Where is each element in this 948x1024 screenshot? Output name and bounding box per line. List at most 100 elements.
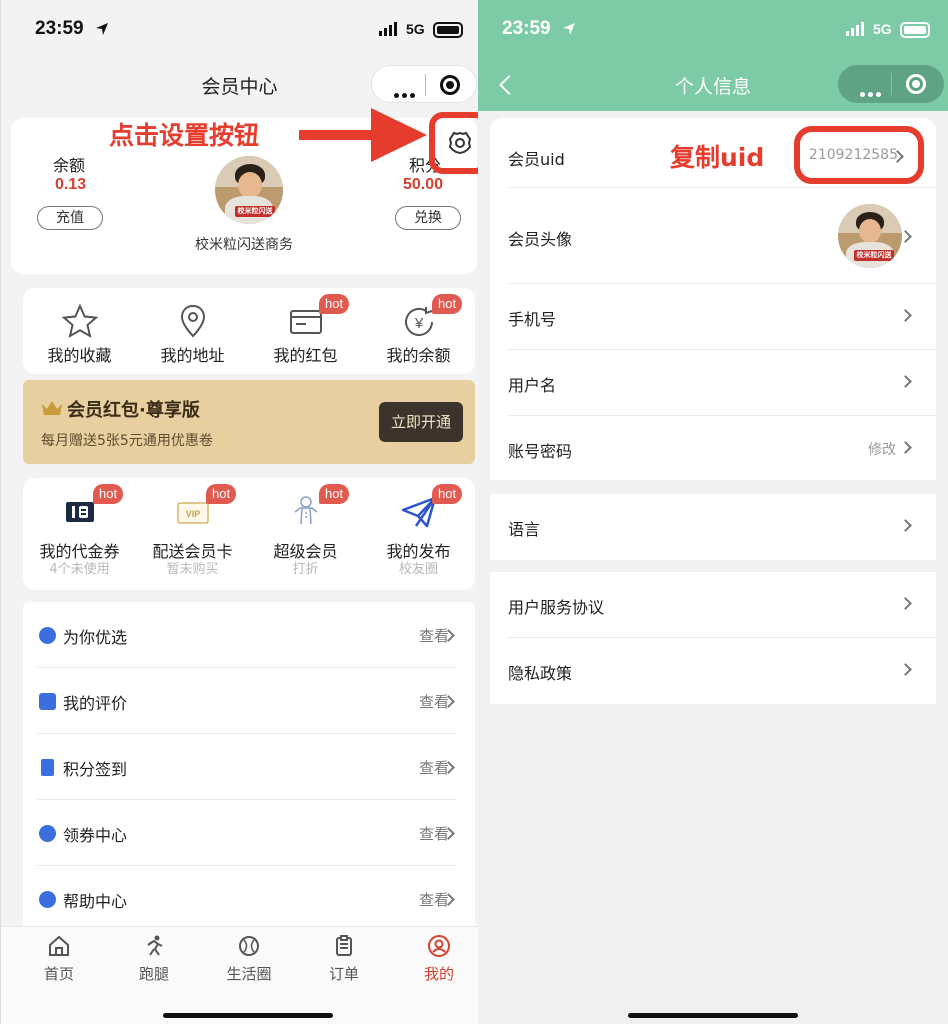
annotation-click-settings: 点击设置按钮 xyxy=(109,121,260,150)
open-vip-button[interactable]: 立即开通 xyxy=(379,402,463,442)
menu-label: 领券中心 xyxy=(63,826,128,845)
row-avatar[interactable]: 会员头像 校米粒闪送 xyxy=(490,188,936,284)
row-language[interactable]: 语言 xyxy=(490,494,936,560)
row-password[interactable]: 账号密码 修改 xyxy=(490,416,936,482)
menu-row-help[interactable]: 帮助中心 查看 xyxy=(23,866,475,932)
services-card: hot 我的代金券 4个未使用 VIP hot 配送会员卡 暂未购买 hot 超… xyxy=(23,478,475,590)
svg-text:VIP: VIP xyxy=(185,509,200,519)
member-center-screen: 23:59 5G 会员中心 余额 0.13 充值 校米粒闪送 校米粒闪送商务 积… xyxy=(0,0,478,1024)
chevron-right-icon xyxy=(899,519,912,532)
location-arrow-icon xyxy=(96,23,108,35)
menu-label: 为你优选 xyxy=(63,628,128,647)
hot-badge: hot xyxy=(206,484,237,504)
status-time: 23:59 xyxy=(502,18,551,39)
service-sub: 4个未使用 xyxy=(49,562,110,577)
status-bar: 23:59 5G xyxy=(1,0,478,60)
life-circle-icon xyxy=(239,936,259,956)
menu-label: 帮助中心 xyxy=(63,892,128,911)
privacy-label: 隐私政策 xyxy=(508,664,573,683)
terms-label: 用户服务协议 xyxy=(508,598,605,617)
row-privacy[interactable]: 隐私政策 xyxy=(490,638,936,704)
help-icon xyxy=(39,891,56,908)
service-super-member[interactable]: hot 超级会员 打折 xyxy=(249,478,362,590)
quick-action-label: 我的余额 xyxy=(386,346,451,365)
network-type: 5G xyxy=(406,21,425,37)
hot-badge: hot xyxy=(319,484,350,504)
menu-label: 积分签到 xyxy=(63,760,128,779)
order-icon xyxy=(336,935,352,956)
balance-label: 余额 xyxy=(53,156,86,175)
screenshot: 23:59 5G 会员中心 余额 0.13 充值 校米粒闪送 校米粒闪送商务 积… xyxy=(0,0,948,1024)
settings-button[interactable] xyxy=(443,126,477,160)
mini-program-capsule[interactable] xyxy=(371,65,477,103)
comment-icon xyxy=(39,693,56,710)
gear-icon xyxy=(448,131,472,155)
banner-subtitle: 每月赠送5张5元通用优惠卷 xyxy=(41,433,213,449)
more-icon[interactable] xyxy=(394,83,418,102)
recharge-button[interactable]: 充值 xyxy=(37,206,103,230)
quick-action-balance[interactable]: ¥ hot 我的余额 xyxy=(362,288,475,374)
chevron-right-icon xyxy=(899,441,912,454)
menu-row-checkin[interactable]: 积分签到 查看 xyxy=(23,734,475,800)
annotation-arrow-icon xyxy=(299,108,427,162)
uid-highlight-box xyxy=(794,126,924,184)
row-phone[interactable]: 手机号 xyxy=(490,284,936,350)
tab-label: 订单 xyxy=(328,965,359,983)
crown-icon xyxy=(42,401,62,415)
menu-row-reviews[interactable]: 我的评价 查看 xyxy=(23,668,475,734)
menu-list: 为你优选 查看 我的评价 查看 积分签到 查看 领券中心 查看 帮助中心 查看 xyxy=(23,602,475,932)
avatar-label: 会员头像 xyxy=(508,230,573,249)
status-time: 23:59 xyxy=(35,18,84,39)
runner-icon xyxy=(147,935,163,956)
service-sub: 打折 xyxy=(292,562,319,577)
service-vip-card[interactable]: VIP hot 配送会员卡 暂未购买 xyxy=(136,478,249,590)
vip-banner[interactable]: 会员红包·尊享版 每月赠送5张5元通用优惠卷 立即开通 xyxy=(23,380,475,464)
avatar[interactable]: 校米粒闪送 xyxy=(838,204,902,268)
tab-label: 跑腿 xyxy=(138,965,169,983)
tab-label: 我的 xyxy=(423,965,454,983)
mini-program-capsule[interactable] xyxy=(838,65,944,103)
quick-action-label: 我的收藏 xyxy=(47,346,112,365)
hot-badge: hot xyxy=(432,294,463,314)
tab-label: 首页 xyxy=(43,965,74,983)
quick-action-red-packet[interactable]: hot 我的红包 xyxy=(249,288,362,374)
menu-row-coupons[interactable]: 领券中心 查看 xyxy=(23,800,475,866)
quick-action-favorites[interactable]: 我的收藏 xyxy=(23,288,136,374)
service-sub: 校友圈 xyxy=(398,562,438,577)
password-change-link[interactable]: 修改 xyxy=(868,439,896,459)
chevron-right-icon xyxy=(899,663,912,676)
quick-action-address[interactable]: 我的地址 xyxy=(136,288,249,374)
quick-actions-card: 我的收藏 我的地址 hot 我的红包 ¥ hot 我的余额 xyxy=(23,288,475,374)
recommend-icon xyxy=(39,627,56,644)
menu-row-recommend[interactable]: 为你优选 查看 xyxy=(23,602,475,668)
close-miniprogram-icon[interactable] xyxy=(906,74,926,94)
more-icon[interactable] xyxy=(860,82,884,101)
hot-badge: hot xyxy=(319,294,350,314)
password-label: 账号密码 xyxy=(508,442,573,461)
settings-group: 语言 xyxy=(490,494,936,560)
chevron-right-icon xyxy=(899,375,912,388)
service-voucher[interactable]: hot 我的代金券 4个未使用 xyxy=(23,478,136,590)
redeem-button[interactable]: 兑换 xyxy=(395,206,461,230)
row-username[interactable]: 用户名 xyxy=(490,350,936,416)
battery-icon xyxy=(900,22,930,38)
home-icon xyxy=(49,935,69,956)
battery-icon xyxy=(433,22,463,38)
chevron-right-icon xyxy=(899,309,912,322)
location-pin-icon xyxy=(180,304,205,338)
uid-label: 会员uid xyxy=(508,150,565,169)
star-icon xyxy=(61,303,98,338)
row-terms[interactable]: 用户服务协议 xyxy=(490,572,936,638)
points-value: 50.00 xyxy=(403,176,444,193)
close-miniprogram-icon[interactable] xyxy=(440,75,460,95)
phone-label: 手机号 xyxy=(508,310,557,329)
hot-badge: hot xyxy=(93,484,124,504)
signal-icon xyxy=(379,22,401,36)
balance-value: 0.13 xyxy=(55,176,87,193)
avatar[interactable]: 校米粒闪送 xyxy=(215,156,283,224)
service-my-posts[interactable]: hot 我的发布 校友圈 xyxy=(362,478,475,590)
coupon-center-icon xyxy=(39,825,56,842)
home-indicator xyxy=(163,1013,333,1018)
profile-info-screen: 23:59 5G 个人信息 会员uid 2109212585 会员头像 校米粒闪… xyxy=(478,0,948,1024)
bookmark-icon xyxy=(41,759,54,776)
